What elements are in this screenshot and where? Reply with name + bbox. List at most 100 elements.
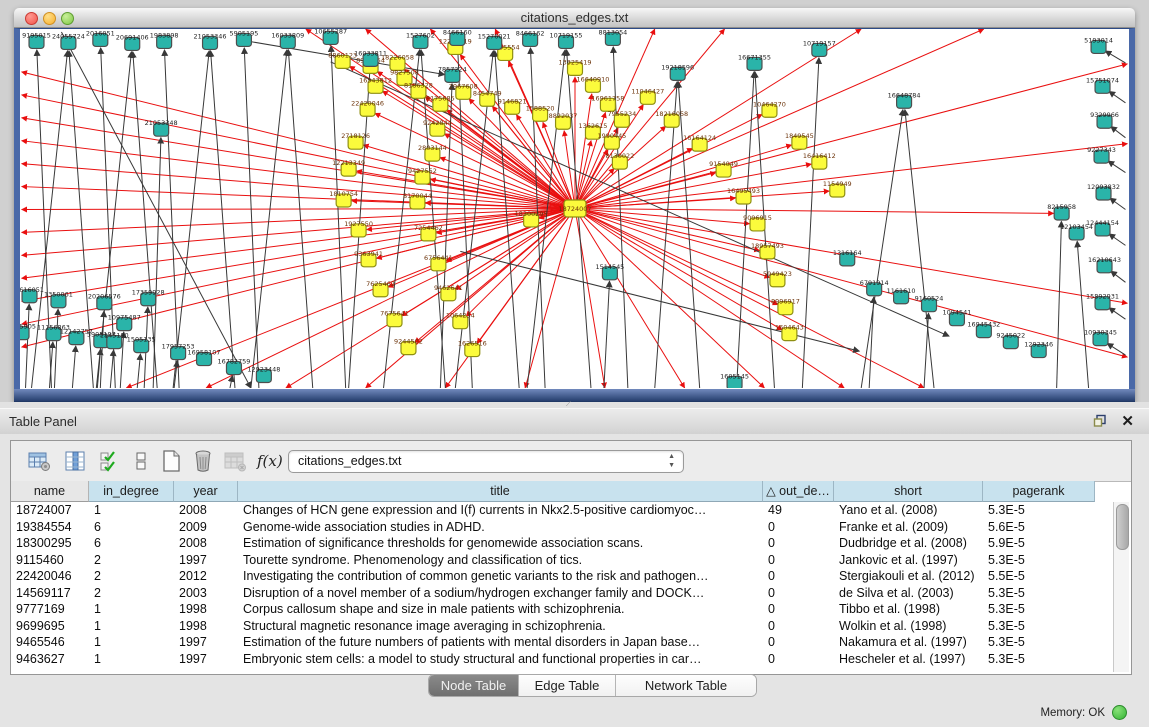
edge[interactable]: [110, 350, 113, 388]
select-columns-icon[interactable]: [97, 449, 121, 473]
table-cell[interactable]: 2012: [174, 568, 238, 585]
tab-node-table[interactable]: Node Table: [429, 675, 519, 696]
table-cell[interactable]: 0: [763, 568, 834, 585]
table-cell[interactable]: Estimation of significance thresholds fo…: [238, 535, 763, 552]
edge[interactable]: [575, 144, 1127, 209]
edge[interactable]: [363, 145, 575, 209]
table-cell[interactable]: 1998: [174, 601, 238, 618]
table-cell[interactable]: 14569117: [11, 585, 89, 602]
edge[interactable]: [861, 110, 903, 388]
network-view[interactable]: 1872400718300295886012389129541822605898…: [14, 28, 1135, 389]
table-cell[interactable]: Jankovic et al. (1997): [834, 552, 983, 569]
table-cell[interactable]: Franke et al. (2009): [834, 519, 983, 536]
edge[interactable]: [575, 209, 1054, 214]
table-cell[interactable]: 2: [89, 585, 174, 602]
table-cell[interactable]: Estimation of the future numbers of pati…: [238, 634, 763, 651]
edge[interactable]: [173, 51, 209, 388]
column-header-name[interactable]: name: [11, 481, 89, 502]
edge[interactable]: [1108, 161, 1125, 173]
edge[interactable]: [567, 50, 591, 388]
table-cell[interactable]: 5.3E-5: [983, 585, 1095, 602]
table-cell[interactable]: 6: [89, 519, 174, 536]
edge[interactable]: [575, 209, 924, 389]
table-cell[interactable]: 1997: [174, 634, 238, 651]
edge[interactable]: [22, 209, 575, 302]
table-cell[interactable]: 22420046: [11, 568, 89, 585]
table-cell[interactable]: Tibbo et al. (1998): [834, 601, 983, 618]
table-cell[interactable]: 1: [89, 651, 174, 668]
table-cell[interactable]: 18724007: [11, 502, 89, 519]
table-cell[interactable]: Dudbridge et al. (2008): [834, 535, 983, 552]
table-cell[interactable]: 1: [89, 618, 174, 635]
table-row[interactable]: 969969511998Structural magnetic resonanc…: [11, 618, 1114, 635]
table-cell[interactable]: 0: [763, 535, 834, 552]
table-cell[interactable]: Wolkin et al. (1998): [834, 618, 983, 635]
edge[interactable]: [869, 297, 874, 388]
table-cell[interactable]: Yano et al. (2008): [834, 502, 983, 519]
new-file-icon[interactable]: [159, 449, 183, 473]
rows-icon[interactable]: [129, 449, 153, 473]
table-row[interactable]: 977716911998Corpus callosum shape and si…: [11, 601, 1114, 618]
table-cell[interactable]: 9777169: [11, 601, 89, 618]
table-cell[interactable]: 5.3E-5: [983, 618, 1095, 635]
table-cell[interactable]: 0: [763, 634, 834, 651]
table-row[interactable]: 1938455462009Genome-wide association stu…: [11, 519, 1114, 536]
table-cell[interactable]: Nakamura et al. (1997): [834, 634, 983, 651]
table-row[interactable]: 1830029562008Estimation of significance …: [11, 535, 1114, 552]
table-cell[interactable]: 49: [763, 502, 834, 519]
table-cell[interactable]: 19384554: [11, 519, 89, 536]
network-canvas[interactable]: 1872400718300295886012389129541822605898…: [20, 29, 1129, 388]
edge[interactable]: [251, 50, 287, 388]
table-cell[interactable]: 0: [763, 618, 834, 635]
delete-icon[interactable]: [191, 449, 215, 473]
table-cell[interactable]: Structural magnetic resonance image aver…: [238, 618, 763, 635]
show-columns-icon[interactable]: [63, 449, 87, 473]
table-cell[interactable]: 2: [89, 552, 174, 569]
edge[interactable]: [460, 54, 575, 208]
table-cell[interactable]: 18300295: [11, 535, 89, 552]
table-row[interactable]: 911546021997Tourette syndrome. Phenomeno…: [11, 552, 1114, 569]
edge[interactable]: [1077, 241, 1088, 388]
table-cell[interactable]: 2008: [174, 535, 238, 552]
table-cell[interactable]: Stergiakouli et al. (2012): [834, 568, 983, 585]
table-cell[interactable]: 0: [763, 651, 834, 668]
float-panel-icon[interactable]: [1093, 414, 1107, 428]
edge[interactable]: [1057, 221, 1062, 388]
table-row[interactable]: 1456911722003Disruption of a novel membe…: [11, 585, 1114, 602]
edge[interactable]: [1105, 51, 1125, 63]
table-cell[interactable]: 5.3E-5: [983, 601, 1095, 618]
column-header-year[interactable]: year: [174, 481, 238, 502]
table-cell[interactable]: 5.5E-5: [983, 568, 1095, 585]
edge[interactable]: [211, 51, 235, 388]
table-cell[interactable]: 9699695: [11, 618, 89, 635]
edge[interactable]: [525, 209, 575, 389]
table-cell[interactable]: de Silva et al. (2003): [834, 585, 983, 602]
scrollbar-thumb[interactable]: [1116, 504, 1129, 550]
table-cell[interactable]: 5.6E-5: [983, 519, 1095, 536]
edge[interactable]: [924, 313, 929, 388]
table-cell[interactable]: Changes of HCN gene expression and I(f) …: [238, 502, 763, 519]
table-cell[interactable]: Genome-wide association studies in ADHD.: [238, 519, 763, 536]
table-cell[interactable]: 6: [89, 535, 174, 552]
tab-edge-table[interactable]: Edge Table: [519, 675, 616, 696]
table-cell[interactable]: 1998: [174, 618, 238, 635]
edge[interactable]: [1109, 91, 1125, 102]
edge[interactable]: [72, 346, 75, 388]
function-builder-icon[interactable]: f(x): [257, 449, 281, 473]
edge[interactable]: [575, 29, 725, 209]
table-row[interactable]: 1872400712008Changes of HCN gene express…: [11, 502, 1114, 519]
edge[interactable]: [575, 209, 764, 389]
table-cell[interactable]: Tourette syndrome. Phenomenology and cla…: [238, 552, 763, 569]
edge[interactable]: [1111, 127, 1126, 138]
edge[interactable]: [575, 209, 685, 389]
edge[interactable]: [288, 50, 312, 388]
table-cell[interactable]: 0: [763, 601, 834, 618]
window-titlebar[interactable]: citations_edges.txt: [14, 8, 1135, 28]
edge[interactable]: [164, 50, 179, 388]
table-select-dropdown[interactable]: citations_edges.txt ▲▼: [288, 450, 684, 473]
edge[interactable]: [604, 281, 610, 388]
table-cell[interactable]: 5.3E-5: [983, 552, 1095, 569]
table-cell[interactable]: 1: [89, 502, 174, 519]
table-cell[interactable]: 0: [763, 585, 834, 602]
table-cell[interactable]: 1997: [174, 651, 238, 668]
